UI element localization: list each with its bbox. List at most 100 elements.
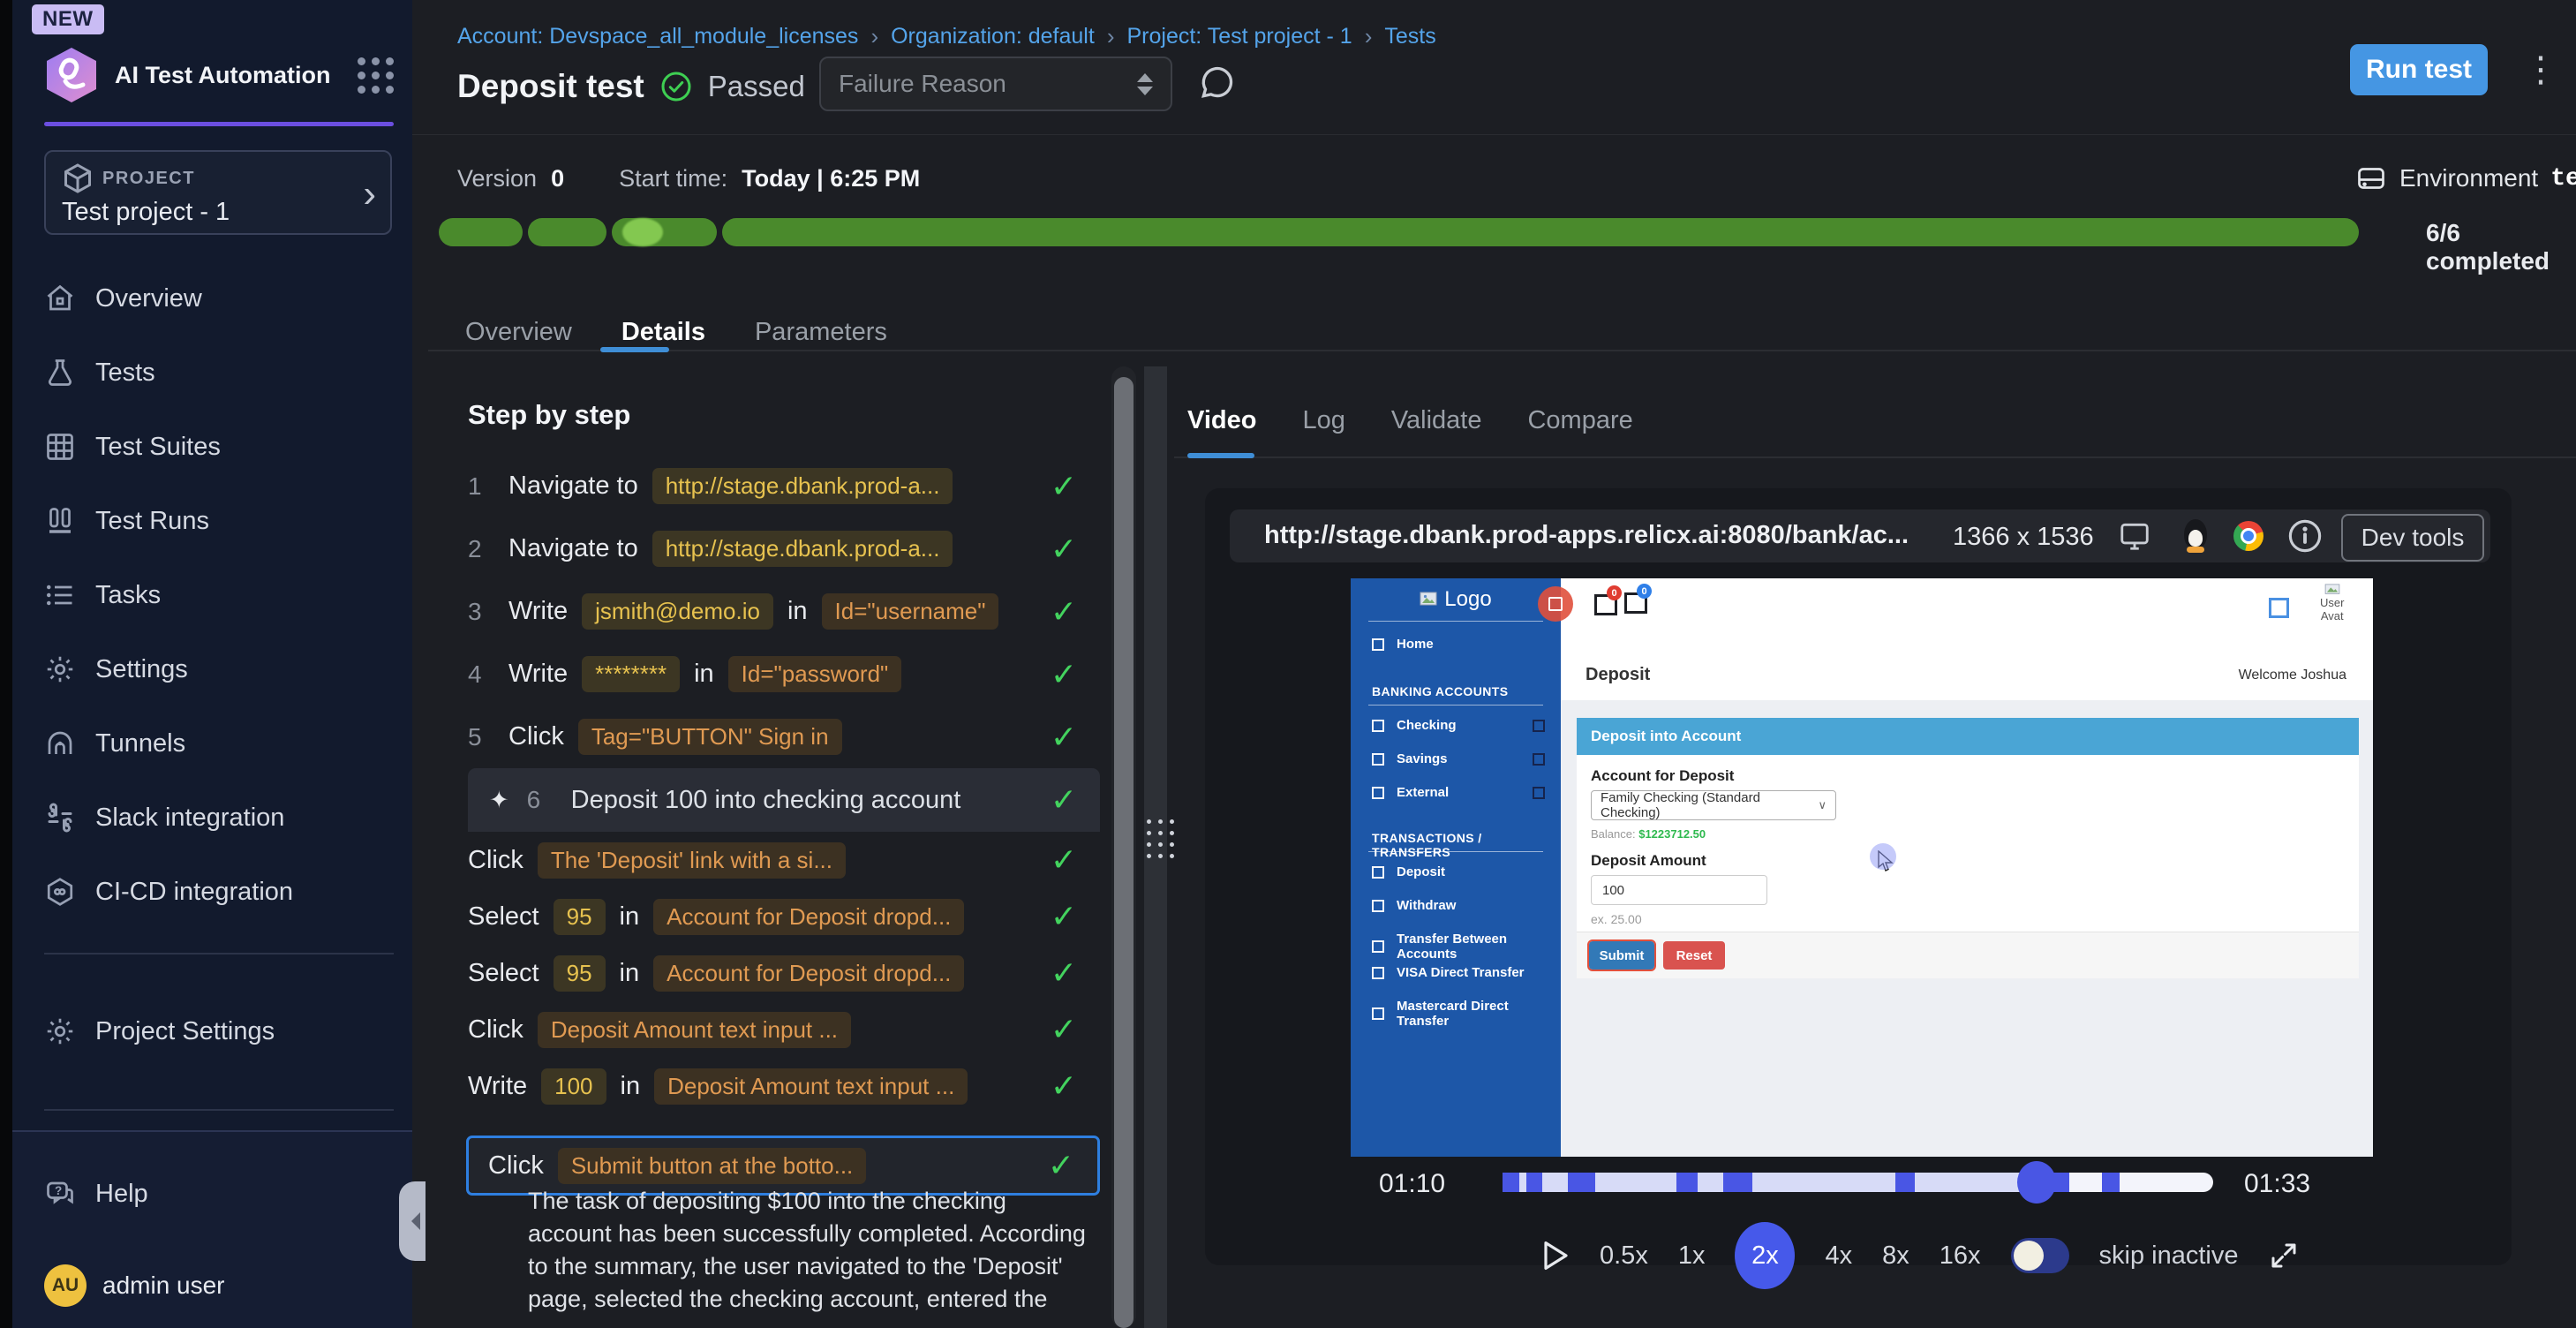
environment-value: test bbox=[2550, 165, 2576, 192]
step-check-icon: ✓ bbox=[1051, 957, 1077, 989]
skip-inactive-toggle[interactable] bbox=[2011, 1238, 2069, 1273]
timeline-activity-segment bbox=[1676, 1173, 1697, 1192]
sidebar-item-overview[interactable]: Overview bbox=[44, 274, 394, 323]
run-test-button[interactable]: Run test bbox=[2350, 44, 2488, 95]
timeline-track[interactable] bbox=[1503, 1173, 2213, 1192]
tab-overview[interactable]: Overview bbox=[465, 318, 572, 347]
user-menu[interactable]: AU admin user bbox=[44, 1264, 344, 1307]
step-row[interactable]: 3 Write jsmith@demo.io in Id="username" … bbox=[468, 580, 1100, 643]
project-name: Test project - 1 bbox=[62, 198, 374, 227]
sidebar-item-slack-integration[interactable]: Slack integration bbox=[44, 793, 394, 842]
breadcrumb-account[interactable]: Account: Devspace_all_module_licenses bbox=[457, 24, 858, 49]
recording-click-marker bbox=[1538, 586, 1573, 622]
step-check-icon: ✓ bbox=[1051, 1014, 1077, 1045]
speed-8x[interactable]: 8x bbox=[1882, 1241, 1909, 1271]
step-check-icon: ✓ bbox=[1051, 844, 1077, 876]
submit-button: Submit bbox=[1589, 941, 1654, 970]
selector-pill: Account for Deposit dropd... bbox=[653, 955, 964, 992]
sidebar-item-settings[interactable]: Settings bbox=[44, 645, 394, 694]
header-divider bbox=[412, 134, 2576, 135]
sidebar-item-tests[interactable]: Tests bbox=[44, 348, 394, 397]
speed-2x[interactable]: 2x bbox=[1735, 1222, 1795, 1289]
svg-text:?: ? bbox=[55, 1184, 62, 1197]
progress-segment bbox=[528, 218, 606, 246]
linux-icon bbox=[2184, 519, 2207, 551]
substep-row[interactable]: Click Deposit Amount text input ... ✓ bbox=[468, 1001, 1100, 1058]
apps-grid-icon[interactable] bbox=[358, 57, 394, 94]
user-name: admin user bbox=[102, 1271, 225, 1300]
comment-icon[interactable] bbox=[1197, 64, 1236, 102]
speed-1x[interactable]: 1x bbox=[1678, 1241, 1706, 1271]
step-group-header[interactable]: ✦ 6 Deposit 100 into checking account ✓ bbox=[468, 768, 1100, 832]
project-selector[interactable]: PROJECT Test project - 1 › bbox=[44, 150, 392, 235]
project-label: PROJECT bbox=[102, 169, 195, 189]
account-for-deposit-label: Account for Deposit bbox=[1591, 767, 1734, 785]
select-chevrons-icon bbox=[1137, 73, 1153, 95]
project-settings-item[interactable]: Project Settings bbox=[44, 1007, 394, 1056]
broken-image-icon bbox=[1420, 592, 1437, 607]
speed-16x[interactable]: 16x bbox=[1940, 1241, 1981, 1271]
sidebar-item-cicd-integration[interactable]: CI-CD integration bbox=[44, 867, 394, 917]
grid-icon bbox=[44, 431, 76, 463]
bank-welcome-bar: Deposit Welcome Joshua bbox=[1561, 654, 2373, 701]
value-pill: http://stage.dbank.prod-a... bbox=[652, 531, 953, 567]
breadcrumb-project[interactable]: Project: Test project - 1 bbox=[1126, 24, 1352, 49]
help-item[interactable]: ? Help bbox=[44, 1169, 309, 1219]
time-total: 01:33 bbox=[2244, 1169, 2310, 1199]
tab-video[interactable]: Video bbox=[1187, 406, 1256, 435]
tab-validate[interactable]: Validate bbox=[1391, 406, 1482, 435]
dev-tools-button[interactable]: Dev tools bbox=[2341, 514, 2484, 562]
sidebar-item-tunnels[interactable]: Tunnels bbox=[44, 719, 394, 768]
bank-nav-transfer-between: Transfer Between Accounts bbox=[1372, 932, 1545, 962]
cube-icon bbox=[62, 162, 94, 194]
breadcrumb-tests[interactable]: Tests bbox=[1384, 24, 1435, 49]
video-tabs-divider bbox=[1174, 456, 2576, 458]
substep-row[interactable]: Select 95 in Account for Deposit dropd..… bbox=[468, 945, 1100, 1001]
value-pill: http://stage.dbank.prod-a... bbox=[652, 468, 953, 504]
sidebar-collapse-handle[interactable] bbox=[399, 1181, 426, 1261]
app-title: AI Test Automation bbox=[115, 61, 331, 90]
selector-pill: Account for Deposit dropd... bbox=[653, 899, 964, 935]
bank-nav-savings: Savings bbox=[1372, 751, 1545, 766]
step-row[interactable]: 4 Write ******** in Id="password" ✓ bbox=[468, 643, 1100, 706]
bank-nav-deposit: Deposit bbox=[1372, 864, 1545, 879]
pane-resize-handle[interactable] bbox=[1147, 819, 1174, 858]
substep-row[interactable]: Select 95 in Account for Deposit dropd..… bbox=[468, 888, 1100, 945]
step-check-icon: ✓ bbox=[1051, 596, 1077, 628]
info-icon[interactable] bbox=[2286, 517, 2324, 555]
title-row: Deposit test Passed bbox=[457, 60, 805, 113]
substep-row[interactable]: Click The 'Deposit' link with a si... ✓ bbox=[468, 832, 1100, 888]
time-current: 01:10 bbox=[1379, 1169, 1445, 1199]
monitor-icon bbox=[2117, 519, 2152, 553]
tunnel-icon bbox=[44, 728, 76, 759]
speed-0-5x[interactable]: 0.5x bbox=[1600, 1241, 1648, 1271]
sidebar-item-test-runs[interactable]: Test Runs bbox=[44, 496, 394, 546]
fullscreen-icon[interactable] bbox=[2268, 1240, 2300, 1271]
step-row[interactable]: 1 Navigate to http://stage.dbank.prod-a.… bbox=[468, 455, 1100, 517]
value-pill: ******** bbox=[582, 656, 680, 692]
steps-scrollbar-thumb[interactable] bbox=[1114, 377, 1134, 1328]
bank-nav-withdraw: Withdraw bbox=[1372, 898, 1545, 913]
substep-row[interactable]: Write 100 in Deposit Amount text input .… bbox=[468, 1058, 1100, 1114]
sidebar-item-test-suites[interactable]: Test Suites bbox=[44, 422, 394, 472]
step-row[interactable]: 2 Navigate to http://stage.dbank.prod-a.… bbox=[468, 517, 1100, 580]
speed-4x[interactable]: 4x bbox=[1825, 1241, 1852, 1271]
play-icon[interactable] bbox=[1541, 1240, 1570, 1271]
tab-log[interactable]: Log bbox=[1302, 406, 1344, 435]
kebab-menu-icon[interactable]: ⋮ bbox=[2523, 49, 2558, 90]
video-frame[interactable]: Logo Home BANKING ACCOUNTS Checking Savi… bbox=[1351, 578, 2373, 1157]
video-url: http://stage.dbank.prod-apps.relicx.ai:8… bbox=[1264, 521, 1909, 550]
skip-inactive-label: skip inactive bbox=[2099, 1241, 2239, 1271]
slack-icon bbox=[44, 802, 76, 834]
progress-bar bbox=[439, 218, 2359, 246]
failure-reason-select[interactable]: Failure Reason bbox=[819, 57, 1172, 111]
sidebar-item-tasks[interactable]: Tasks bbox=[44, 570, 394, 620]
breadcrumb-organization[interactable]: Organization: default bbox=[891, 24, 1095, 49]
red-badge: 0 bbox=[1607, 585, 1622, 600]
status-badge: Passed bbox=[708, 70, 805, 103]
tab-parameters[interactable]: Parameters bbox=[755, 318, 887, 347]
tab-details[interactable]: Details bbox=[621, 318, 705, 347]
step-row[interactable]: 5 Click Tag="BUTTON" Sign in ✓ bbox=[468, 706, 1100, 768]
tab-compare[interactable]: Compare bbox=[1527, 406, 1632, 435]
timeline-activity-segment bbox=[1723, 1173, 1753, 1192]
